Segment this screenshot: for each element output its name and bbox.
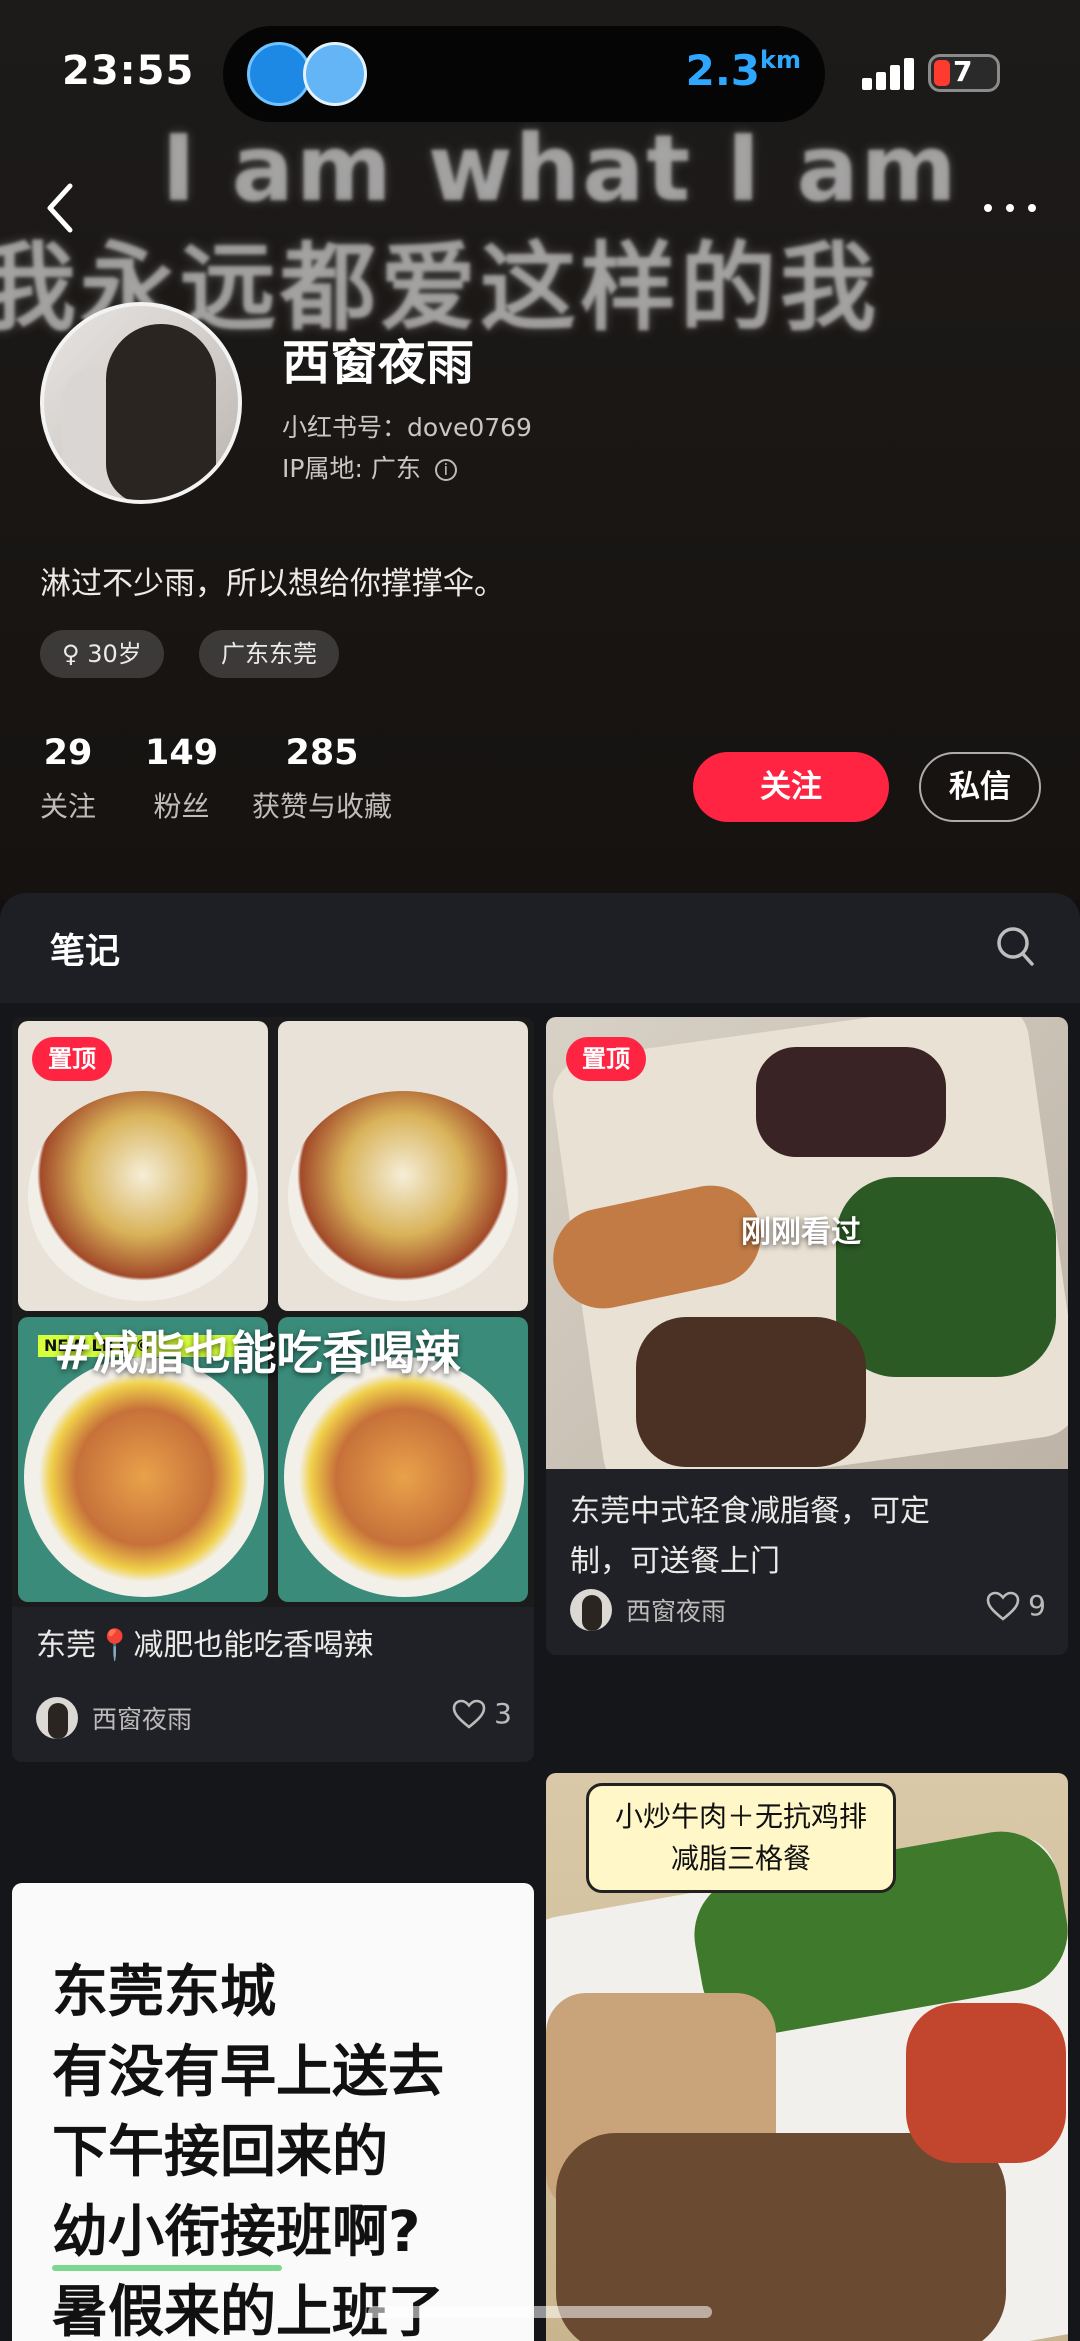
stat-value: 29 [43, 733, 93, 773]
profile-bio: 淋过不少雨，所以想给你撑撑伞。 [40, 566, 505, 602]
speed-value: 2.3 [685, 46, 761, 95]
stat-label: 粉丝 [153, 790, 210, 823]
search-icon[interactable] [995, 925, 1035, 969]
more-options-icon[interactable] [980, 198, 1040, 218]
author-avatar [570, 1589, 612, 1631]
note-title: 东莞📍减肥也能吃香喝辣 [36, 1628, 374, 1663]
signal-icon [862, 58, 916, 90]
note-cover-image: NEW LIFE © #减脂也能吃香喝辣 [12, 1017, 534, 1607]
avatar[interactable] [40, 302, 242, 504]
author-name: 西窗夜雨 [92, 1705, 193, 1734]
profile-name: 西窗夜雨 [282, 335, 475, 391]
profile-ip: IP属地: 广东 i [282, 449, 457, 485]
author-name: 西窗夜雨 [626, 1597, 727, 1626]
author-avatar [36, 1697, 78, 1739]
note-speech-bubble: 小炒牛肉＋无抗鸡排 减脂三格餐 [586, 1783, 896, 1893]
stat-likes-collects[interactable]: 285 获赞与收藏 [252, 733, 392, 825]
note-text-line: 东莞东城 [52, 1960, 276, 2025]
stat-value: 285 [285, 733, 359, 773]
note-author[interactable]: 西窗夜雨 [36, 1697, 192, 1739]
speed-readout: 2.3km [686, 46, 801, 95]
notes-tab-bar: 笔记 [0, 893, 1080, 1003]
speed-unit: km [760, 46, 801, 74]
stat-label: 关注 [40, 790, 97, 823]
note-card[interactable]: 刚刚看过 置顶 东莞中式轻食减脂餐，可定 制，可送餐上门 西窗夜雨 9 [546, 1017, 1068, 1655]
stat-following[interactable]: 29 关注 [40, 733, 96, 825]
note-likes[interactable]: 3 [452, 1697, 512, 1730]
heart-icon [986, 1591, 1020, 1621]
pinned-badge: 置顶 [32, 1037, 112, 1081]
note-cover-image: 刚刚看过 [546, 1017, 1068, 1469]
dynamic-island[interactable]: 2.3km [223, 26, 825, 122]
home-indicator[interactable] [368, 2306, 712, 2318]
status-time: 23:55 [62, 48, 195, 94]
note-title: 东莞中式轻食减脂餐，可定 制，可送餐上门 [570, 1487, 930, 1587]
heart-icon [452, 1699, 486, 1729]
bubble-line2: 减脂三格餐 [670, 1842, 811, 1875]
note-card[interactable]: 东莞东城 有没有早上送去 下午接回来的 幼小衔接班啊? 暑假来的上班了 [12, 1883, 534, 2341]
note-title-line1: 东莞中式轻食减脂餐，可定 [570, 1494, 930, 1529]
app-icon-avatar [247, 42, 311, 106]
status-bar: 23:55 2.3km 7 [0, 0, 1080, 150]
tag-age: ♀ 30岁 [40, 630, 164, 678]
note-text-line: 有没有早上送去 [52, 2040, 444, 2105]
ip-location-text: IP属地: 广东 [282, 454, 421, 483]
recently-viewed-label: 刚刚看过 [741, 1215, 861, 1250]
pinned-badge: 置顶 [566, 1037, 646, 1081]
note-text-line: 幼小衔接班啊? [52, 2200, 421, 2265]
stat-value: 149 [145, 733, 219, 773]
note-card[interactable]: NEW LIFE © #减脂也能吃香喝辣 置顶 东莞📍减肥也能吃香喝辣 西窗夜雨… [12, 1017, 534, 1762]
stat-label: 获赞与收藏 [252, 790, 393, 823]
battery-icon: 7 [928, 54, 1000, 92]
notes-sheet: 笔记 NEW LIFE © #减脂也能吃香喝辣 置顶 东莞📍减肥也能吃香喝辣 西… [0, 893, 1080, 2341]
note-overlay-text: #减脂也能吃香喝辣 [54, 1326, 461, 1380]
stat-fans[interactable]: 149 粉丝 [145, 733, 218, 825]
message-button[interactable]: 私信 [919, 752, 1041, 822]
likes-count: 9 [1028, 1589, 1046, 1622]
note-cover-image: 小炒牛肉＋无抗鸡排 减脂三格餐 [546, 1773, 1068, 2341]
back-icon[interactable] [40, 180, 80, 236]
likes-count: 3 [494, 1697, 512, 1730]
note-title-line2: 制，可送餐上门 [570, 1544, 780, 1579]
note-author[interactable]: 西窗夜雨 [570, 1589, 726, 1631]
info-icon[interactable]: i [434, 459, 457, 481]
battery-level: 7 [953, 55, 973, 88]
user-icon-avatar [303, 42, 367, 106]
follow-button[interactable]: 关注 [693, 752, 889, 822]
note-likes[interactable]: 9 [986, 1589, 1046, 1622]
tag-location: 广东东莞 [199, 630, 339, 678]
tab-notes[interactable]: 笔记 [50, 923, 120, 974]
bubble-line1: 小炒牛肉＋无抗鸡排 [614, 1800, 867, 1833]
note-text-line: 下午接回来的 [52, 2120, 388, 2185]
note-card[interactable]: 小炒牛肉＋无抗鸡排 减脂三格餐 [546, 1773, 1068, 2341]
profile-red-id: 小红书号：dove0769 [282, 413, 532, 442]
